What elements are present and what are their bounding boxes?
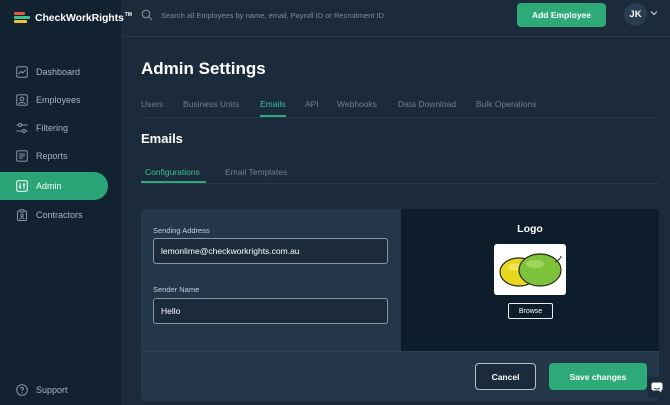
sender-name-input[interactable]: [153, 298, 388, 324]
employees-icon: [16, 94, 28, 106]
sidebar-item-dashboard[interactable]: Dashboard: [0, 58, 121, 86]
chat-icon: [651, 382, 663, 392]
top-bar: Add Employee JK: [121, 0, 670, 37]
logo-preview: [494, 244, 566, 295]
search-bar: [141, 9, 491, 21]
page-title: Admin Settings: [141, 59, 266, 78]
section-title: Emails: [141, 131, 183, 146]
sidebar-item-admin[interactable]: Admin: [0, 172, 108, 200]
dashboard-icon: [16, 66, 28, 78]
sidebar: CheckWorkRightsTM Dashboard Employees Fi…: [0, 0, 132, 405]
sidebar-item-label: Filtering: [36, 123, 69, 133]
contractors-icon: [16, 209, 28, 221]
support-link[interactable]: Support: [16, 384, 68, 396]
card-divider: [141, 351, 659, 352]
chat-widget-button[interactable]: [647, 377, 667, 397]
search-input[interactable]: [161, 10, 491, 20]
reports-icon: [16, 150, 28, 162]
sidebar-item-label: Contractors: [36, 210, 83, 220]
sidebar-item-filtering[interactable]: Filtering: [0, 114, 121, 142]
sender-settings: Sending Address Sender Name: [141, 209, 401, 351]
logo-title: Logo: [517, 223, 543, 235]
tab-data-download[interactable]: Data Download: [398, 99, 456, 109]
sidebar-item-label: Reports: [36, 151, 68, 161]
subtabs-divider: [141, 183, 659, 184]
brand-logo[interactable]: CheckWorkRightsTM: [14, 12, 132, 24]
sidebar-item-contractors[interactable]: Contractors: [0, 201, 121, 229]
tabs-divider: [141, 117, 659, 118]
email-config-card: Sending Address Sender Name Logo Browse …: [141, 209, 659, 401]
brand-name: CheckWorkRightsTM: [35, 12, 132, 24]
chevron-down-icon[interactable]: [650, 10, 658, 16]
lemon-lime-logo-icon: [499, 252, 562, 287]
save-changes-button[interactable]: Save changes: [549, 363, 647, 390]
subtab-configurations[interactable]: Configurations: [145, 167, 200, 177]
support-label: Support: [36, 385, 68, 395]
sidebar-item-label: Dashboard: [36, 67, 81, 77]
avatar[interactable]: JK: [624, 3, 647, 26]
sidebar-item-label: Admin: [36, 181, 62, 191]
help-circle-icon: [16, 384, 28, 396]
tab-api[interactable]: API: [305, 99, 319, 109]
admin-icon: [16, 180, 28, 192]
subtab-email-templates[interactable]: Email Templates: [225, 167, 287, 177]
sender-name-label: Sender Name: [153, 285, 200, 294]
tab-business-units[interactable]: Business Units: [183, 99, 239, 109]
tab-webhooks[interactable]: Webhooks: [337, 99, 377, 109]
add-employee-button[interactable]: Add Employee: [517, 3, 606, 27]
tab-bulk-operations[interactable]: Bulk Operations: [476, 99, 536, 109]
cancel-button[interactable]: Cancel: [475, 363, 536, 390]
brand-mark-icon: [14, 12, 30, 24]
logo-panel: Logo Browse: [401, 209, 659, 351]
sending-address-input[interactable]: [153, 238, 388, 264]
search-icon: [141, 9, 153, 21]
tab-emails[interactable]: Emails: [260, 99, 286, 117]
sidebar-item-label: Employees: [36, 95, 81, 105]
sidebar-item-employees[interactable]: Employees: [0, 86, 121, 114]
tab-users[interactable]: Users: [141, 99, 163, 109]
subtab-active-indicator: [141, 181, 206, 183]
browse-button[interactable]: Browse: [508, 303, 553, 319]
sending-address-label: Sending Address: [153, 226, 210, 235]
filter-icon: [16, 122, 28, 134]
sidebar-item-reports[interactable]: Reports: [0, 142, 121, 170]
